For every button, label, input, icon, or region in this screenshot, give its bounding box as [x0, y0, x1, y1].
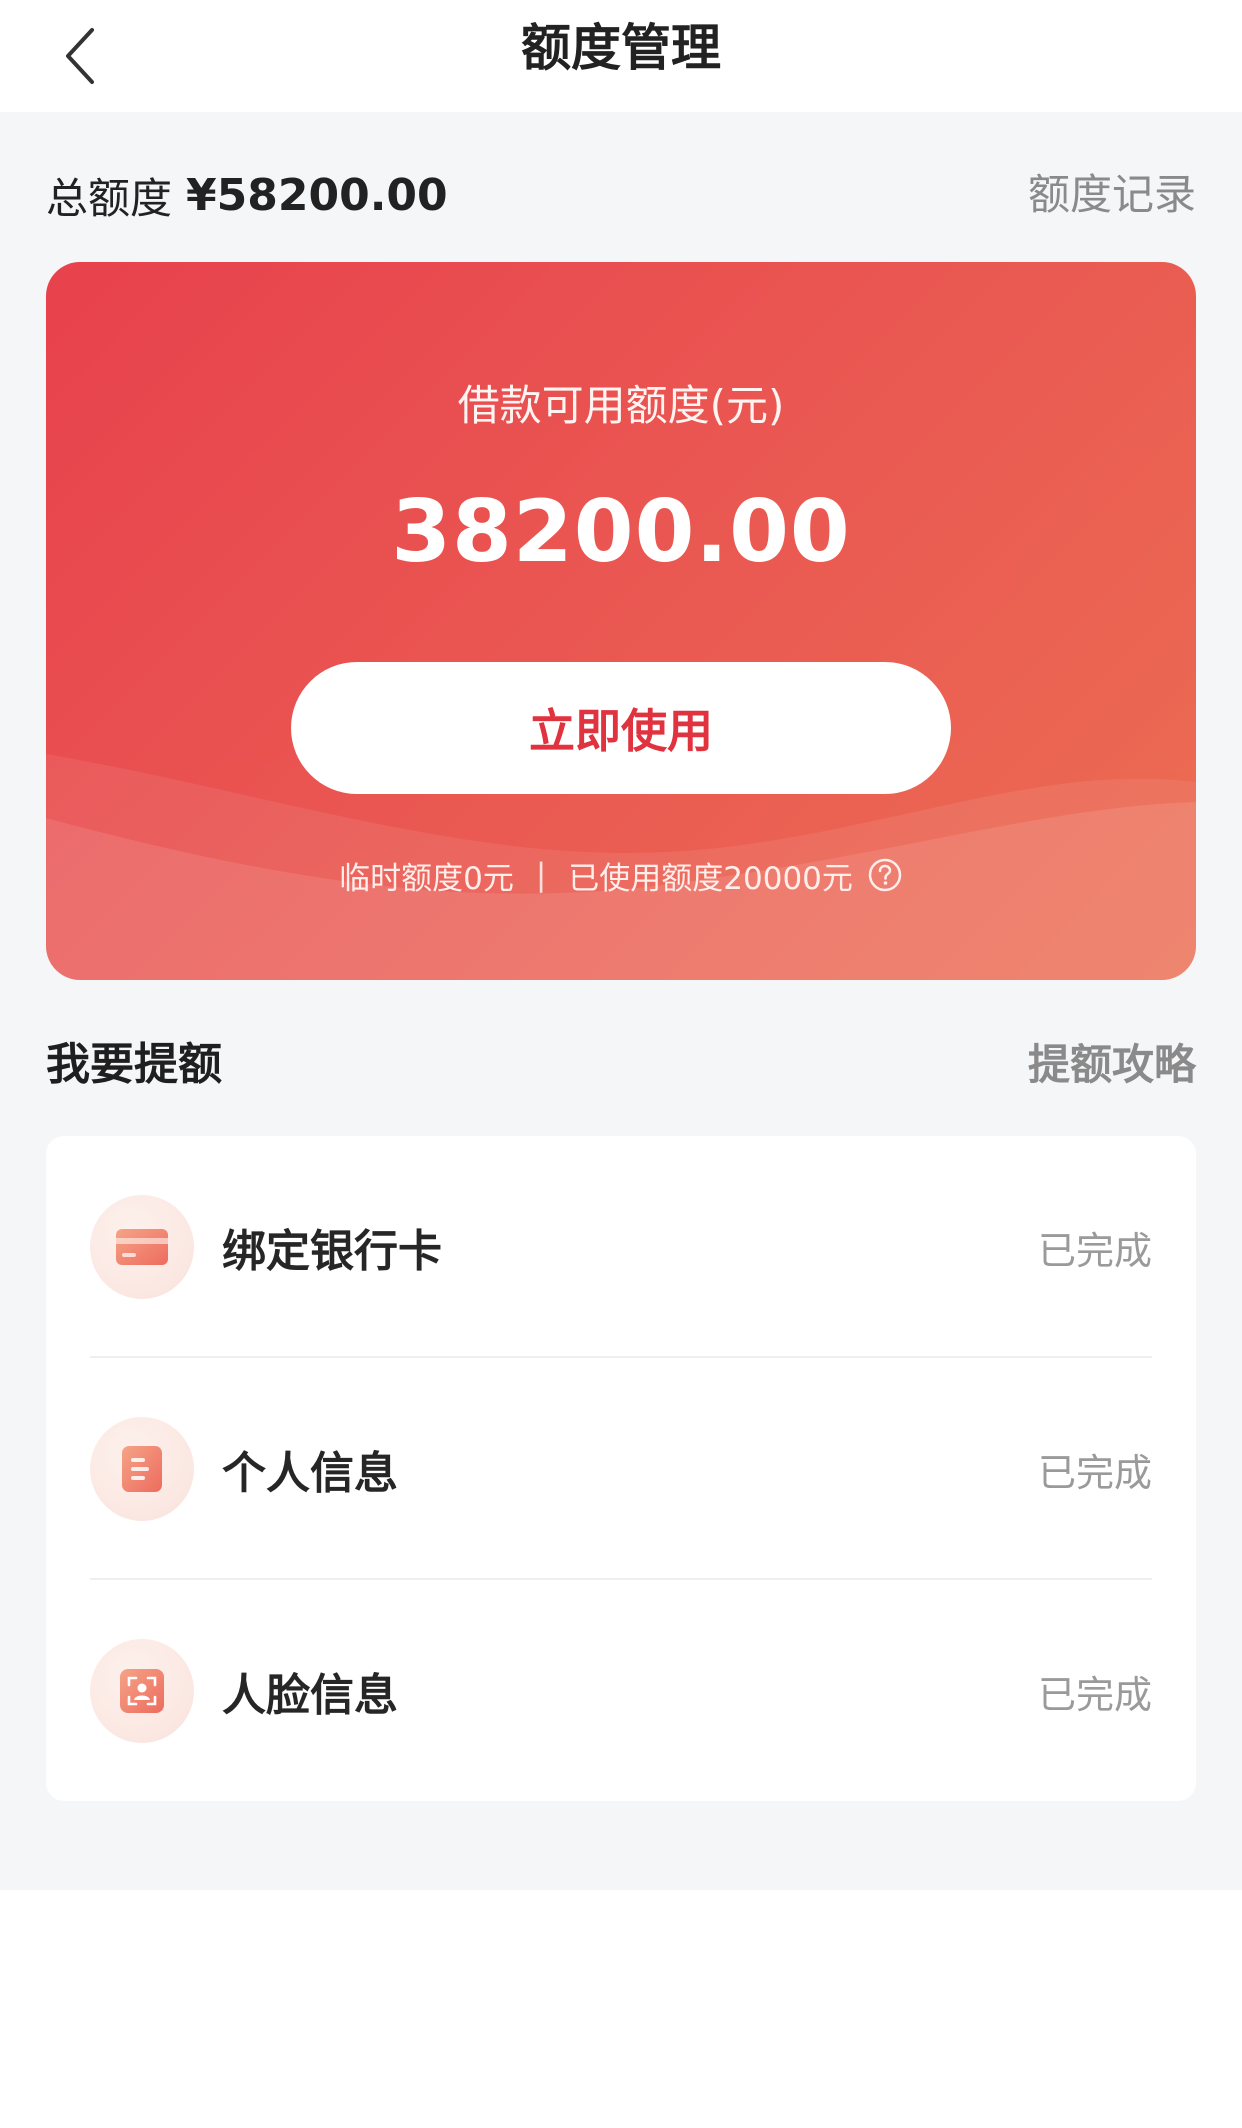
use-now-button[interactable]: 立即使用: [291, 662, 951, 794]
question-icon[interactable]: [867, 857, 903, 893]
raise-guide-link[interactable]: 提额攻略: [1028, 1030, 1196, 1100]
raise-task-list: 绑定银行卡 已完成 个人信息 已完成 人脸信息 已完成: [46, 1136, 1196, 1801]
document-icon: [90, 1417, 194, 1521]
nav-bar: 额度管理: [0, 0, 1242, 112]
task-face-info[interactable]: 人脸信息 已完成: [90, 1580, 1152, 1802]
task-status: 已完成: [1037, 1228, 1152, 1273]
task-name: 人脸信息: [222, 1670, 398, 1721]
task-name: 绑定银行卡: [222, 1226, 442, 1277]
total-quota-amount: ¥58200.00: [186, 169, 448, 221]
available-quota-amount: 38200.00: [391, 482, 851, 582]
total-quota: 总额度 ¥58200.00: [46, 160, 448, 230]
available-quota-label: 借款可用额度(元): [457, 381, 785, 430]
page-title: 额度管理: [521, 19, 721, 77]
credit-card: 借款可用额度(元) 38200.00 立即使用 临时额度0元 | 已使用额度20…: [46, 262, 1196, 980]
task-status: 已完成: [1037, 1450, 1152, 1495]
task-status: 已完成: [1037, 1672, 1152, 1717]
face-scan-icon: [90, 1639, 194, 1743]
quota-details: 临时额度0元 | 已使用额度20000元: [46, 850, 1196, 900]
task-personal-info[interactable]: 个人信息 已完成: [90, 1358, 1152, 1580]
task-name: 个人信息: [222, 1448, 398, 1499]
quota-separator: |: [535, 857, 547, 893]
total-quota-label: 总额度: [46, 173, 173, 223]
task-bind-bank-card[interactable]: 绑定银行卡 已完成: [90, 1136, 1152, 1358]
temporary-quota: 临时额度0元: [339, 860, 514, 897]
raise-quota-title: 我要提额: [46, 1039, 222, 1090]
used-quota: 已使用额度20000元: [568, 860, 853, 897]
quota-record-link[interactable]: 额度记录: [1028, 160, 1196, 230]
bank-card-icon: [90, 1195, 194, 1299]
